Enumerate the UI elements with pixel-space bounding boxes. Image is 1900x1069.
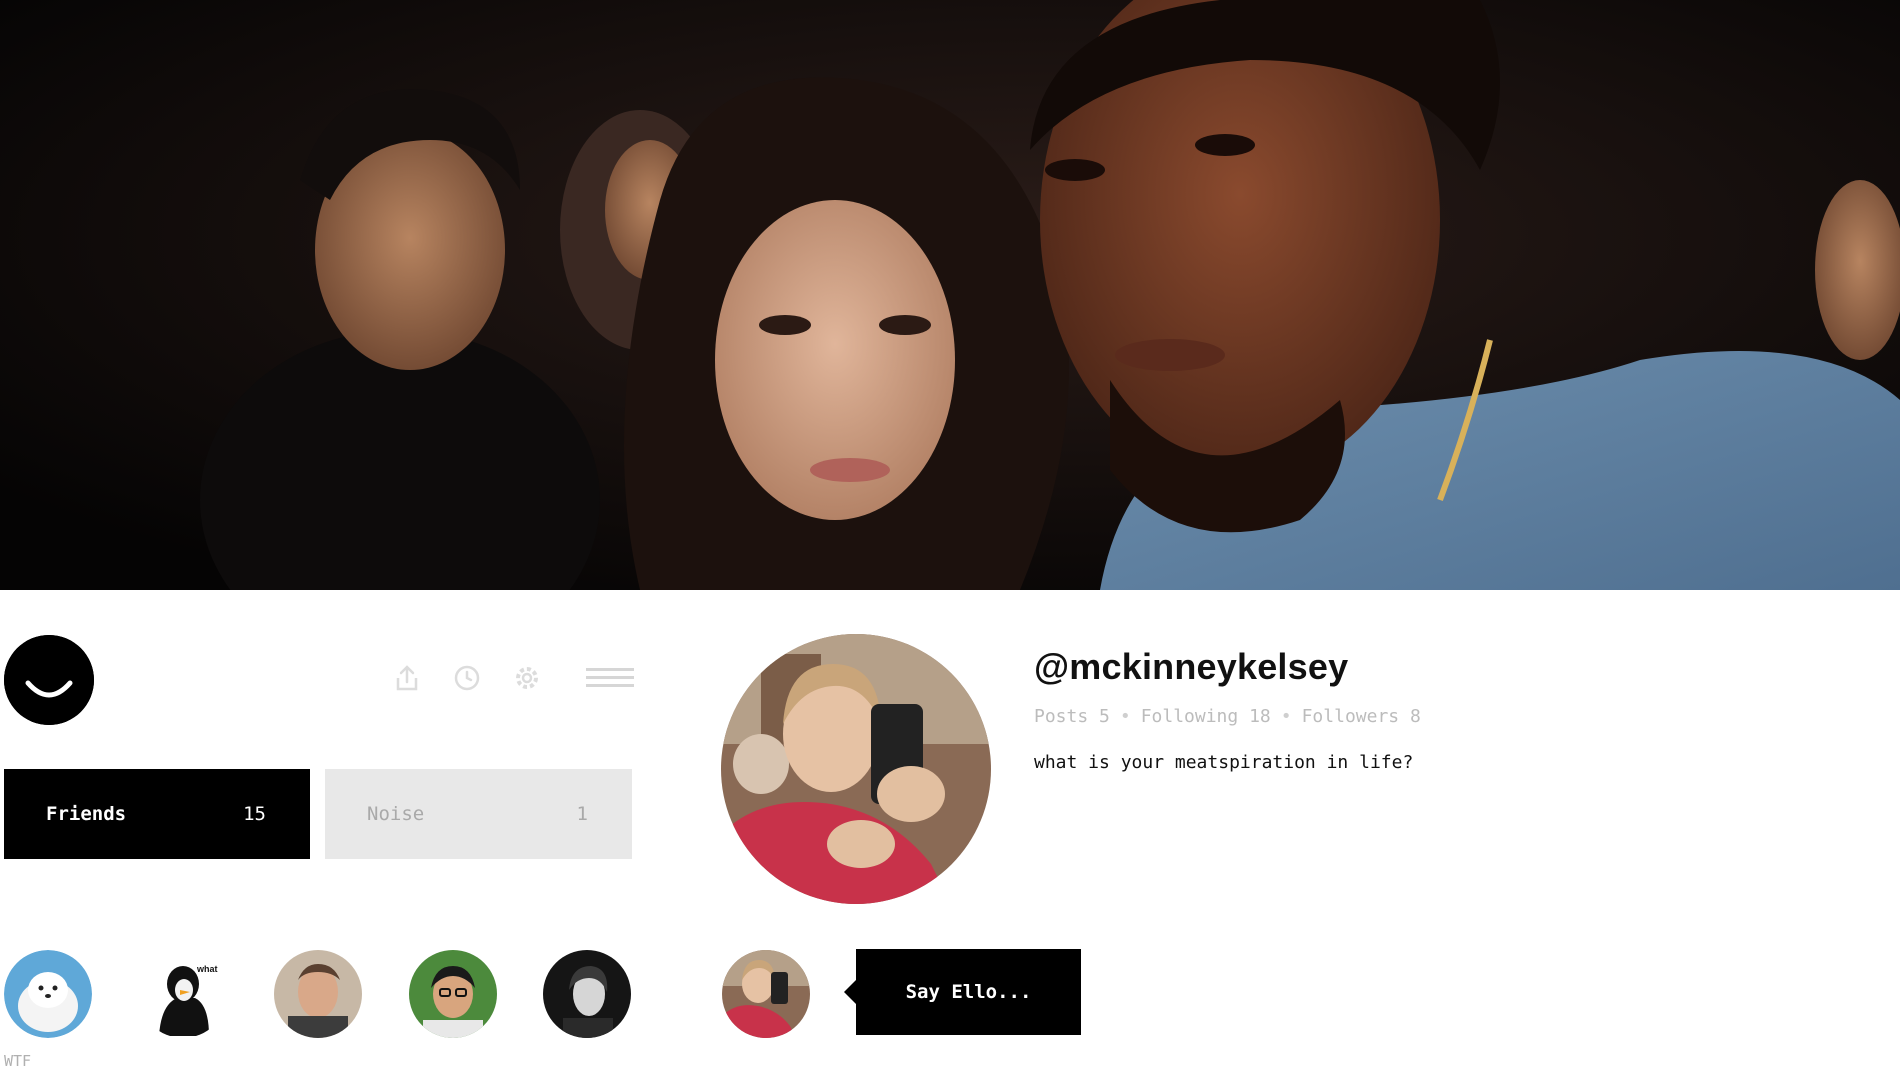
samoyed-dog-avatar[interactable] [4, 950, 92, 1038]
stats-separator: • [1280, 706, 1292, 727]
say-ello-placeholder: Say Ello... [905, 981, 1032, 1003]
gear-icon[interactable] [512, 663, 542, 693]
noise-stream-button[interactable]: Noise 1 [325, 769, 632, 859]
glasses-woman-avatar[interactable] [409, 950, 497, 1038]
cover-image [0, 0, 1900, 590]
share-icon[interactable] [392, 663, 422, 693]
noise-count: 1 [576, 803, 588, 825]
say-ello-input[interactable]: Say Ello... [844, 949, 1081, 1035]
hamburger-menu-icon[interactable] [586, 663, 634, 693]
profile-page: Friends 15 Noise 1 what WTF @mckinneykel… [0, 0, 1900, 1069]
followers-count[interactable]: Followers 8 [1302, 706, 1421, 727]
friends-stream-button[interactable]: Friends 15 [4, 769, 310, 859]
profile-stats: Posts 5 • Following 18 • Followers 8 [1034, 706, 1421, 727]
following-count[interactable]: Following 18 [1141, 706, 1271, 727]
wtf-label[interactable]: WTF [4, 1052, 31, 1069]
ello-logo-icon[interactable] [4, 635, 94, 725]
man-portrait-avatar[interactable] [274, 950, 362, 1038]
penguin-avatar[interactable]: what [139, 950, 227, 1038]
profile-avatar[interactable] [721, 634, 991, 904]
profile-bio: what is your meatspiration in life? [1034, 752, 1414, 773]
profile-username[interactable]: @mckinneykelsey [1034, 646, 1348, 688]
noise-label: Noise [367, 803, 425, 825]
composer-avatar [722, 950, 810, 1038]
friends-count: 15 [243, 803, 266, 825]
bw-portrait-avatar[interactable] [543, 950, 631, 1038]
clock-icon[interactable] [452, 663, 482, 693]
stats-separator: • [1119, 706, 1131, 727]
posts-count[interactable]: Posts 5 [1034, 706, 1110, 727]
friends-label: Friends [46, 803, 127, 825]
svg-text:what: what [196, 964, 218, 974]
